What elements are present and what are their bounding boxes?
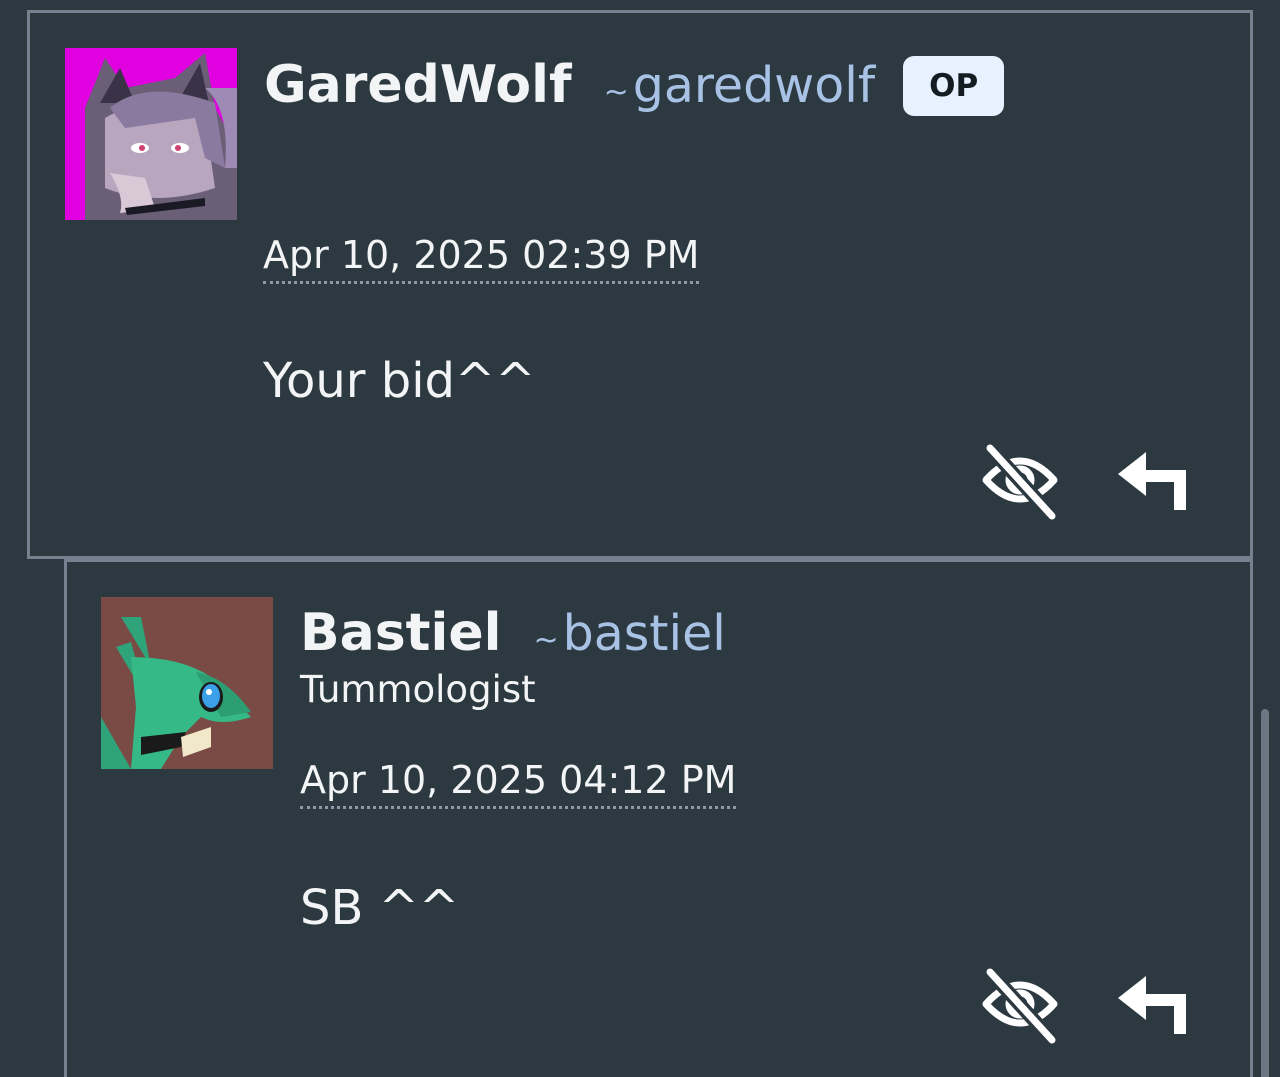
timestamp[interactable]: Apr 10, 2025 04:12 PM	[300, 758, 737, 809]
comment-thread: GaredWolf ~ garedwolf OP Apr 10, 2025 02…	[0, 0, 1280, 1077]
comment: GaredWolf ~ garedwolf OP Apr 10, 2025 02…	[27, 10, 1253, 559]
username-tilde: ~	[533, 623, 559, 658]
hide-icon[interactable]	[978, 438, 1062, 522]
display-name[interactable]: GaredWolf	[264, 55, 572, 115]
avatar[interactable]	[65, 48, 237, 220]
username[interactable]: garedwolf	[633, 57, 875, 114]
hide-icon[interactable]	[978, 962, 1062, 1046]
comment-header: Bastiel ~ bastiel	[300, 603, 726, 663]
avatar[interactable]	[101, 597, 273, 769]
comment-body: SB ^^	[300, 880, 460, 936]
scrollbar[interactable]	[1261, 709, 1269, 1077]
user-title: Tummologist	[300, 668, 536, 711]
op-badge: OP	[903, 56, 1005, 116]
display-name[interactable]: Bastiel	[300, 603, 501, 663]
reply-icon[interactable]	[1112, 962, 1196, 1046]
timestamp[interactable]: Apr 10, 2025 02:39 PM	[263, 233, 700, 284]
comment-body: Your bid^^	[263, 353, 536, 409]
comment-header: GaredWolf ~ garedwolf OP	[264, 55, 1005, 122]
reply-icon[interactable]	[1112, 438, 1196, 522]
username[interactable]: bastiel	[563, 605, 726, 662]
username-tilde: ~	[603, 75, 629, 110]
comment: Bastiel ~ bastiel Tummologist Apr 10, 20…	[64, 559, 1253, 1077]
